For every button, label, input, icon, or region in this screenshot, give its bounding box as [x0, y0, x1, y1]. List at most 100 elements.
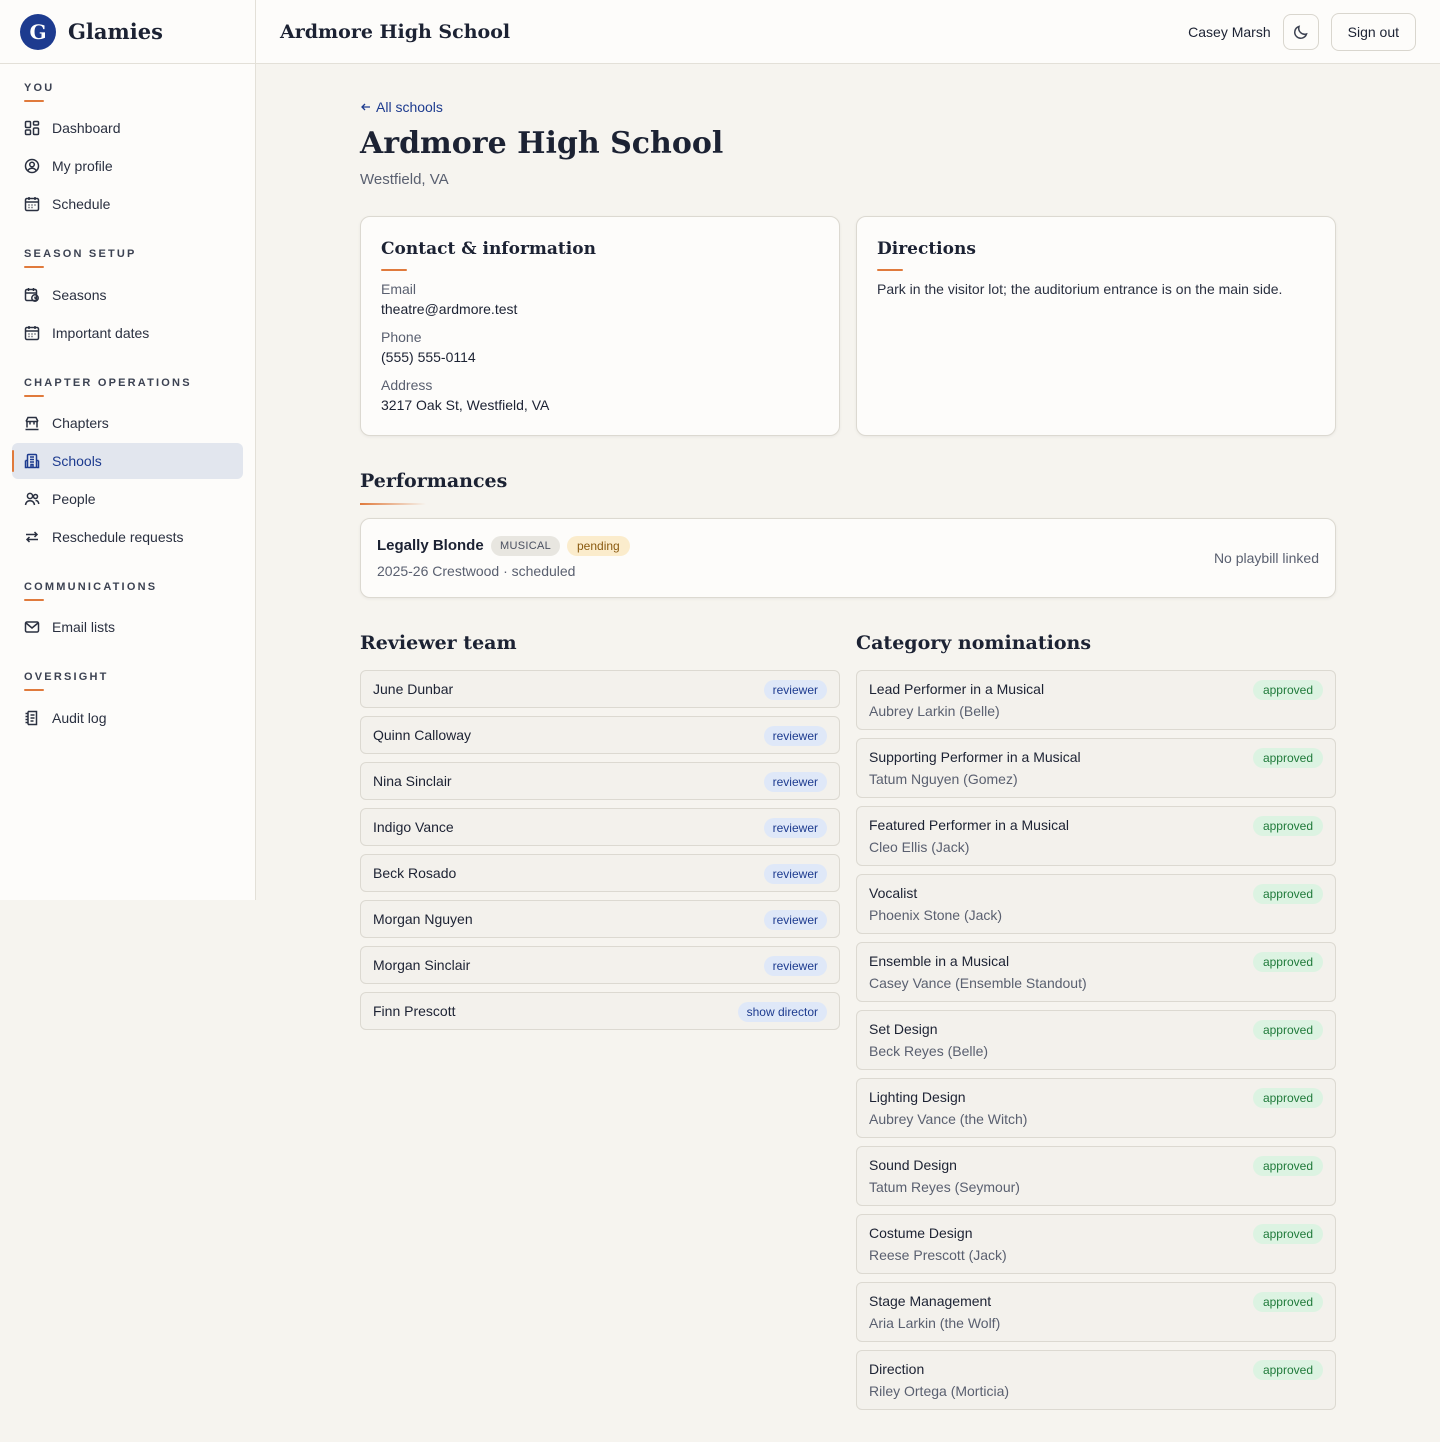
nomination-category: Lighting Design: [869, 1089, 966, 1105]
reviewer-row[interactable]: Nina Sinclair reviewer: [360, 762, 840, 800]
reviewer-row[interactable]: Quinn Calloway reviewer: [360, 716, 840, 754]
nomination-row[interactable]: Direction Riley Ortega (Morticia) approv…: [856, 1350, 1336, 1410]
reviewer-name: Beck Rosado: [373, 865, 457, 881]
email-value[interactable]: theatre@ardmore.test: [381, 301, 517, 317]
sidebar-item-dashboard[interactable]: Dashboard: [12, 110, 243, 146]
nomination-row[interactable]: Sound Design Tatum Reyes (Seymour) appro…: [856, 1146, 1336, 1206]
brand[interactable]: G Glamies: [0, 0, 255, 64]
reviewer-row[interactable]: June Dunbar reviewer: [360, 670, 840, 708]
sidebar-item-label: Reschedule requests: [52, 529, 184, 545]
nomination-category: Sound Design: [869, 1157, 957, 1173]
nomination-row[interactable]: Stage Management Aria Larkin (the Wolf) …: [856, 1282, 1336, 1342]
sidebar-item-email-lists[interactable]: Email lists: [12, 609, 243, 645]
nomination-row[interactable]: Featured Performer in a Musical Cleo Ell…: [856, 806, 1336, 866]
card-underline: [877, 269, 903, 271]
category-nominations-title: Category nominations: [856, 632, 1092, 654]
nav-section-you: YOU: [24, 82, 55, 94]
nomination-row[interactable]: Ensemble in a Musical Casey Vance (Ensem…: [856, 942, 1336, 1002]
reviewer-row[interactable]: Morgan Nguyen reviewer: [360, 900, 840, 938]
nomination-row[interactable]: Vocalist Phoenix Stone (Jack) approved: [856, 874, 1336, 934]
reviewer-row[interactable]: Beck Rosado reviewer: [360, 854, 840, 892]
sidebar-item-label: Audit log: [52, 710, 107, 726]
sidebar-item-reschedule-requests[interactable]: Reschedule requests: [12, 519, 243, 555]
top-bar: Ardmore High School Casey Marsh Sign out: [256, 0, 1440, 64]
directions-text: Park in the visitor lot; the auditorium …: [877, 281, 1283, 297]
email-label: Email: [381, 281, 417, 297]
nomination-category: Supporting Performer in a Musical: [869, 749, 1081, 765]
sidebar-item-label: People: [52, 491, 96, 507]
nav-section-season-setup: SEASON SETUP: [24, 248, 137, 260]
page-title: Ardmore High School: [360, 126, 724, 161]
nav-section-chapter-operations: CHAPTER OPERATIONS: [24, 377, 192, 389]
nomination-category: Stage Management: [869, 1293, 992, 1309]
moon-icon: [1293, 24, 1309, 40]
nomination-category: Ensemble in a Musical: [869, 953, 1010, 969]
nomination-category: Lead Performer in a Musical: [869, 681, 1045, 697]
nav-section-oversight: OVERSIGHT: [24, 671, 109, 683]
nomination-row[interactable]: Set Design Beck Reyes (Belle) approved: [856, 1010, 1336, 1070]
sidebar-item-seasons[interactable]: Seasons: [12, 277, 243, 313]
sidebar-item-label: Schedule: [52, 196, 111, 212]
sidebar-item-schools[interactable]: Schools: [12, 443, 243, 479]
back-link-label: All schools: [376, 99, 443, 115]
status-badge: approved: [1252, 952, 1323, 972]
reviewer-name: Indigo Vance: [373, 819, 454, 835]
status-badge: pending: [567, 536, 630, 556]
role-badge: reviewer: [763, 956, 827, 976]
nominee: Tatum Nguyen (Gomez): [869, 771, 1018, 787]
reviewer-row[interactable]: Finn Prescott show director: [360, 992, 840, 1030]
phone-value: (555) 555-0114: [381, 349, 476, 365]
status-badge: approved: [1252, 1156, 1323, 1176]
sign-out-button[interactable]: Sign out: [1330, 12, 1416, 51]
school-location: Westfield, VA: [360, 171, 449, 188]
sidebar-item-people[interactable]: People: [12, 481, 243, 517]
nominee: Casey Vance (Ensemble Standout): [869, 975, 1087, 991]
sidebar-item-label: My profile: [52, 158, 113, 174]
brand-name: Glamies: [68, 19, 163, 44]
sidebar-item-audit-log[interactable]: Audit log: [12, 700, 243, 736]
status-badge: approved: [1252, 816, 1323, 836]
nomination-row[interactable]: Lighting Design Aubrey Vance (the Witch)…: [856, 1078, 1336, 1138]
performances-title: Performances: [360, 470, 508, 492]
people-icon: [24, 491, 40, 507]
sidebar-item-label: Chapters: [52, 415, 109, 431]
mail-icon: [24, 619, 40, 635]
back-to-schools-link[interactable]: All schools: [360, 99, 443, 115]
reviewer-name: Morgan Sinclair: [373, 957, 471, 973]
type-badge: MUSICAL: [491, 536, 560, 556]
nomination-row[interactable]: Costume Design Reese Prescott (Jack) app…: [856, 1214, 1336, 1274]
reviewer-name: Quinn Calloway: [373, 727, 472, 743]
reviewer-row[interactable]: Indigo Vance reviewer: [360, 808, 840, 846]
header-title: Ardmore High School: [280, 20, 511, 43]
school-icon: [24, 453, 40, 469]
sidebar-item-schedule[interactable]: Schedule: [12, 186, 243, 222]
section-underline: [24, 689, 44, 691]
status-badge: approved: [1252, 1088, 1323, 1108]
section-underline: [360, 503, 426, 505]
reviewer-name: Finn Prescott: [373, 1003, 456, 1019]
sidebar: G Glamies YOU Dashboard My profile Sched…: [0, 0, 256, 900]
nominee: Cleo Ellis (Jack): [869, 839, 970, 855]
status-badge: approved: [1252, 680, 1323, 700]
section-underline: [24, 100, 44, 102]
nominee: Reese Prescott (Jack): [869, 1247, 1007, 1263]
performance-title: Legally Blonde: [377, 537, 484, 554]
sidebar-item-label: Email lists: [52, 619, 116, 635]
reviewer-team-title: Reviewer team: [360, 632, 517, 654]
status-badge: approved: [1252, 1020, 1323, 1040]
role-badge: reviewer: [763, 772, 827, 792]
nomination-row[interactable]: Supporting Performer in a Musical Tatum …: [856, 738, 1336, 798]
theme-toggle-button[interactable]: [1282, 13, 1319, 50]
nomination-row[interactable]: Lead Performer in a Musical Aubrey Larki…: [856, 670, 1336, 730]
directions-card-title: Directions: [877, 239, 976, 259]
performance-card[interactable]: Legally Blonde MUSICAL pending 2025-26 C…: [360, 518, 1336, 598]
section-underline: [24, 599, 44, 601]
reviewer-row[interactable]: Morgan Sinclair reviewer: [360, 946, 840, 984]
sidebar-item-important-dates[interactable]: Important dates: [12, 315, 243, 351]
section-underline: [24, 266, 44, 268]
role-badge: reviewer: [763, 910, 827, 930]
nomination-category: Costume Design: [869, 1225, 973, 1241]
sidebar-item-chapters[interactable]: Chapters: [12, 405, 243, 441]
role-badge: reviewer: [763, 726, 827, 746]
sidebar-item-my-profile[interactable]: My profile: [12, 148, 243, 184]
